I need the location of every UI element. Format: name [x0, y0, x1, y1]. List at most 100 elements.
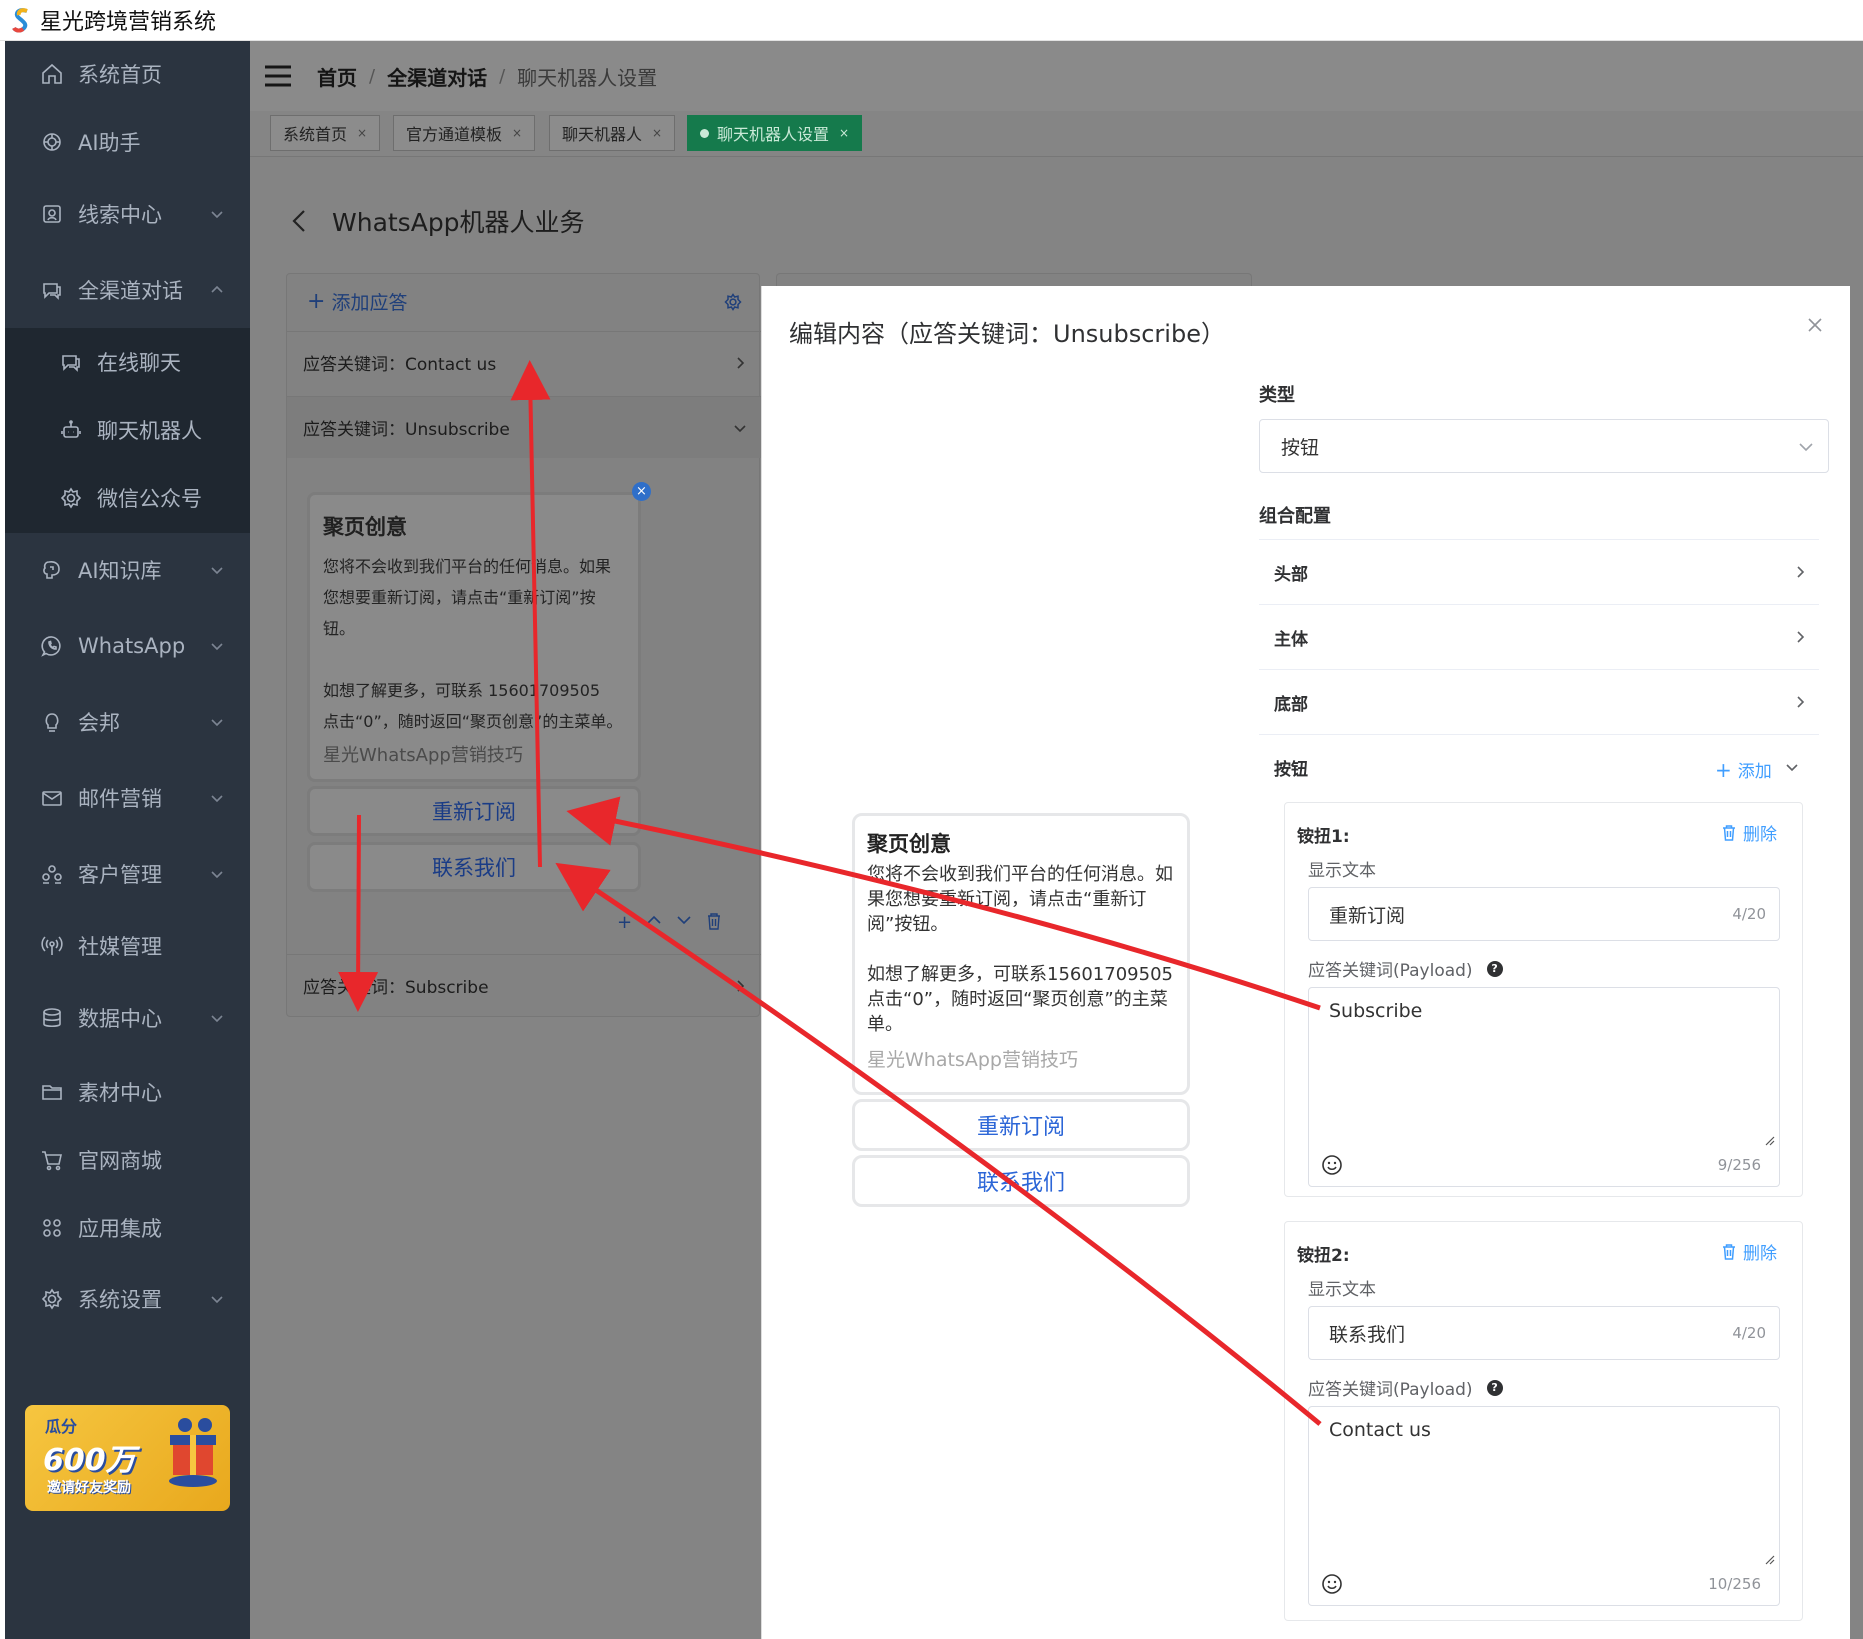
tab-label: 聊天机器人 — [562, 125, 643, 144]
sidebar-item-label: AI知识库 — [78, 559, 162, 583]
add-reply-button[interactable]: + 添加应答 — [307, 288, 407, 315]
chevron-right-icon — [1797, 696, 1805, 708]
sidebar-item-label: 系统首页 — [78, 63, 162, 87]
tab-close-icon[interactable]: × — [357, 126, 367, 140]
section-footer[interactable]: 底部 — [1259, 669, 1819, 734]
button-label: 重新订阅 — [432, 800, 516, 824]
payload-textarea[interactable]: Contact us 10/256 — [1308, 1406, 1780, 1606]
tab-system-home[interactable]: 系统首页 × — [270, 115, 381, 151]
chevron-up-icon — [211, 285, 223, 293]
emoji-icon[interactable] — [1321, 1154, 1343, 1176]
message-button-contact[interactable]: 联系我们 — [307, 842, 641, 892]
breadcrumb-omnichannel[interactable]: 全渠道对话 — [387, 62, 487, 91]
section-label: 主体 — [1274, 629, 1308, 650]
sidebar-item-customers[interactable]: 客户管理 — [5, 844, 250, 904]
menu-toggle-icon[interactable] — [263, 63, 293, 89]
combo-config-label: 组合配置 — [1259, 506, 1331, 527]
sidebar-item-email-marketing[interactable]: 邮件营销 — [5, 768, 250, 828]
sidebar-item-clue-center[interactable]: 线索中心 — [5, 184, 250, 244]
sidebar-item-integrations[interactable]: 应用集成 — [5, 1198, 250, 1258]
sidebar-item-settings[interactable]: 系统设置 — [5, 1269, 250, 1329]
button-config-1: 铵扭1: 删除 显示文本 重新订阅 4/20 应答关键词(Payload) ? … — [1284, 802, 1803, 1197]
tab-close-icon[interactable]: × — [652, 126, 662, 140]
settings-gear-icon[interactable] — [723, 292, 743, 312]
sidebar-item-ai-knowledge[interactable]: AI知识库 — [5, 540, 250, 600]
sidebar: 系统首页 AI助手 线索中心 全渠道对话 在线聊天 聊天机器人 微信公众号 AI… — [5, 41, 250, 1639]
preview-title: 聚页创意 — [867, 832, 951, 856]
add-button-link[interactable]: + 添加 — [1715, 757, 1772, 783]
invite-promo-banner[interactable]: 瓜分 600万 邀请好友奖励 — [25, 1405, 230, 1511]
resize-grip-icon[interactable] — [1763, 1553, 1775, 1565]
delete-button[interactable]: 删除 — [1722, 820, 1777, 845]
emoji-icon[interactable] — [1321, 1573, 1343, 1595]
chevron-down-icon — [734, 424, 746, 432]
home-icon — [42, 63, 62, 84]
section-header[interactable]: 头部 — [1259, 539, 1819, 604]
type-select[interactable]: 按钮 — [1259, 419, 1829, 473]
chevron-down-icon — [211, 567, 223, 575]
tab-official-templates[interactable]: 官方通道模板 × — [393, 115, 536, 151]
tab-chatbot[interactable]: 聊天机器人 × — [549, 115, 676, 151]
tab-chatbot-settings[interactable]: 聊天机器人设置 × — [687, 115, 863, 151]
delete-button[interactable]: 删除 — [1722, 1239, 1777, 1264]
page-heading: WhatsApp机器人业务 — [290, 203, 585, 239]
folder-icon — [42, 1085, 62, 1100]
add-button-label: 添加 — [1737, 762, 1772, 782]
sidebar-item-shop[interactable]: 官网商城 — [5, 1130, 250, 1190]
move-down-icon[interactable] — [676, 912, 692, 928]
breadcrumb-home[interactable]: 首页 — [317, 62, 357, 91]
message-bubble[interactable]: 聚页创意 您将不会收到我们平台的任何消息。如果您想要重新订阅，请点击“重新订阅”… — [307, 492, 641, 782]
breadcrumb-current: 聊天机器人设置 — [517, 65, 658, 90]
users-icon — [42, 865, 62, 884]
sidebar-item-data-center[interactable]: 数据中心 — [5, 988, 250, 1048]
back-arrow-icon[interactable] — [290, 208, 308, 234]
chevron-down-icon — [211, 795, 223, 803]
chevron-down-icon — [211, 643, 223, 651]
button-label: 联系我们 — [432, 856, 516, 880]
help-icon[interactable]: ? — [1486, 960, 1503, 977]
reply-keyword: 应答关键词：Unsubscribe — [303, 420, 510, 440]
section-label: 按钮 — [1274, 759, 1308, 780]
trash-icon[interactable] — [706, 912, 722, 930]
add-icon[interactable]: + — [617, 912, 632, 933]
payload-value: Contact us — [1329, 1419, 1431, 1441]
sidebar-item-ai-assistant[interactable]: AI助手 — [5, 112, 250, 172]
close-icon[interactable] — [1808, 318, 1822, 332]
reply-item-subscribe[interactable]: 应答关键词：Subscribe — [287, 954, 761, 1016]
display-text-label: 显示文本 — [1308, 1280, 1376, 1300]
move-up-icon[interactable] — [646, 912, 662, 928]
display-text-input[interactable]: 重新订阅 4/20 — [1308, 887, 1780, 941]
message-button-resubscribe[interactable]: 重新订阅 — [307, 786, 641, 836]
mail-icon — [42, 791, 62, 806]
sidebar-item-whatsapp[interactable]: WhatsApp — [5, 616, 250, 676]
preview-button-contact[interactable]: 联系我们 — [852, 1155, 1190, 1207]
resize-grip-icon[interactable] — [1763, 1134, 1775, 1146]
chevron-down-icon — [211, 1015, 223, 1023]
sidebar-item-home[interactable]: 系统首页 — [5, 44, 250, 104]
section-body[interactable]: 主体 — [1259, 604, 1819, 669]
reply-item-unsubscribe[interactable]: 应答关键词：Unsubscribe — [287, 396, 761, 458]
help-icon[interactable]: ? — [1486, 1379, 1503, 1396]
remove-bubble-icon[interactable]: × — [632, 482, 651, 501]
display-text-input[interactable]: 联系我们 4/20 — [1308, 1306, 1780, 1360]
sidebar-item-label: 数据中心 — [78, 1007, 162, 1031]
tab-close-icon[interactable]: × — [839, 126, 849, 140]
button-config-2: 铵扭2: 删除 显示文本 联系我们 4/20 应答关键词(Payload) ? … — [1284, 1221, 1803, 1621]
chat-icon — [43, 283, 61, 300]
sidebar-item-wechat[interactable]: 微信公众号 — [5, 468, 250, 528]
char-counter: 9/256 — [1717, 1156, 1761, 1174]
sidebar-item-omnichannel[interactable]: 全渠道对话 — [5, 260, 250, 320]
tab-close-icon[interactable]: × — [512, 126, 522, 140]
preview-button-resubscribe[interactable]: 重新订阅 — [852, 1099, 1190, 1151]
payload-textarea[interactable]: Subscribe 9/256 — [1308, 987, 1780, 1187]
sidebar-item-chatbot[interactable]: 聊天机器人 — [5, 400, 250, 460]
sidebar-item-online-chat[interactable]: 在线聊天 — [5, 332, 250, 392]
settings-icon — [41, 1288, 63, 1310]
sidebar-item-label: 应用集成 — [78, 1217, 162, 1241]
message-body: 您将不会收到我们平台的任何消息。如果您想要重新订阅，请点击“重新订阅”按钮。 如… — [323, 557, 623, 731]
sidebar-item-materials[interactable]: 素材中心 — [5, 1062, 250, 1122]
sidebar-item-huibang[interactable]: 会邦 — [5, 692, 250, 752]
sidebar-item-social[interactable]: 社媒管理 — [5, 916, 250, 976]
display-text-value: 重新订阅 — [1329, 904, 1406, 927]
reply-item-contact-us[interactable]: 应答关键词：Contact us — [287, 331, 761, 393]
